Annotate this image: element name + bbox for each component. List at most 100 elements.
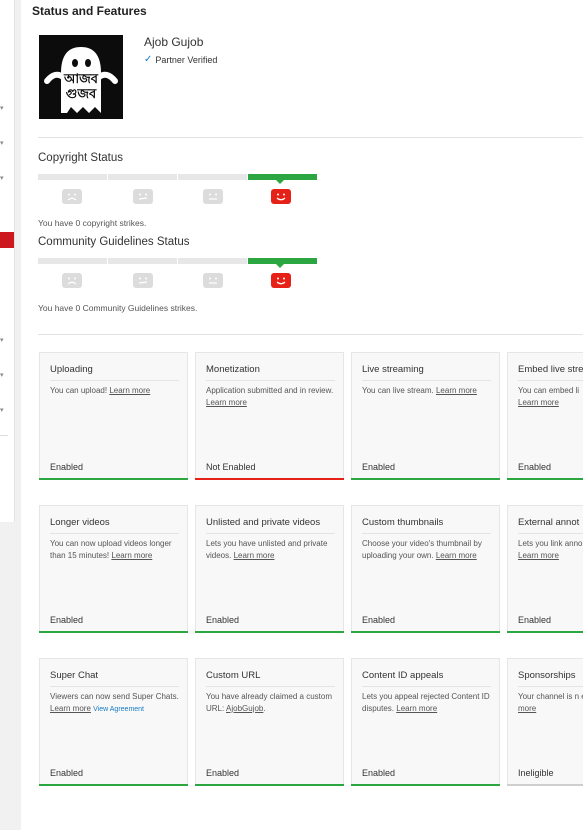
status-bar (507, 784, 583, 786)
feature-description: Viewers can now send Super Chats. Learn … (50, 692, 179, 713)
feature-card-unlisted-private: Unlisted and private videos Lets you hav… (195, 505, 344, 633)
learn-more-link[interactable]: Learn more (436, 551, 477, 560)
feature-status: Enabled (206, 768, 240, 778)
page-title: Status and Features (32, 4, 147, 18)
status-bar (351, 784, 500, 786)
feature-status: Enabled (518, 615, 552, 625)
chevron-down-icon[interactable]: ▾ (0, 372, 4, 379)
feature-status: Not Enabled (206, 462, 256, 472)
status-bar (507, 478, 583, 480)
status-bar (195, 478, 344, 480)
feature-description: You can live stream. Learn more (362, 386, 477, 395)
feature-card-embed-live: Embed live stre You can embed li Learn mo… (507, 352, 583, 480)
feature-title: Live streaming (362, 364, 491, 381)
feature-card-live-streaming: Live streaming You can live stream. Lear… (351, 352, 500, 480)
status-bar (39, 784, 188, 786)
learn-more-link[interactable]: more (518, 704, 536, 713)
status-bar (507, 631, 583, 633)
meter-segment (108, 258, 177, 264)
happy-face-icon (271, 189, 291, 204)
verified-label: Partner Verified (155, 55, 218, 65)
feature-description: Application submitted and in review. Lea… (206, 386, 334, 407)
chevron-down-icon[interactable]: ▾ (0, 140, 4, 147)
feature-card-sponsorships: Sponsorships Your channel is n eligible … (507, 658, 583, 786)
svg-text:আজব: আজব (63, 72, 99, 87)
learn-more-link[interactable]: Learn more (109, 386, 150, 395)
channel-name[interactable]: Ajob Gujob (144, 35, 203, 49)
chevron-down-icon[interactable]: ▾ (0, 105, 4, 112)
feature-title: Custom thumbnails (362, 517, 491, 534)
feature-card-uploading: Uploading You can upload! Learn more Ena… (39, 352, 188, 480)
copyright-strikes-text: You have 0 copyright strikes. (38, 218, 147, 228)
status-bar (195, 784, 344, 786)
main-content: Status and Features আজব গুজব Ajob Gujob … (21, 0, 583, 830)
feature-description: Lets you link anno external sites or Lea… (518, 539, 583, 560)
learn-more-link[interactable]: Learn more (518, 398, 559, 407)
feature-card-custom-url: Custom URL You have already claimed a cu… (195, 658, 344, 786)
meter-pointer (275, 263, 285, 268)
meter-pointer (275, 179, 285, 184)
status-bar (39, 631, 188, 633)
feature-description: You can upload! Learn more (50, 386, 151, 395)
feature-status: Enabled (362, 615, 396, 625)
feature-title: Monetization (206, 364, 335, 381)
feature-status: Enabled (362, 768, 396, 778)
feature-description: You can now upload videos longer than 15… (50, 539, 172, 560)
channel-avatar[interactable]: আজব গুজব (39, 35, 123, 119)
unhappy-face-icon (133, 189, 153, 204)
svg-text:গুজব: গুজব (66, 87, 97, 102)
sidebar-divider (0, 435, 8, 436)
learn-more-link[interactable]: Learn more (206, 398, 247, 407)
learn-more-link[interactable]: Learn more (234, 551, 275, 560)
feature-card-longer-videos: Longer videos You can now upload videos … (39, 505, 188, 633)
learn-more-link[interactable]: Learn more (111, 551, 152, 560)
learn-more-link[interactable]: Learn more (396, 704, 437, 713)
feature-title: External annot (518, 517, 583, 534)
divider (38, 334, 583, 335)
status-bar (195, 631, 344, 633)
community-status-title: Community Guidelines Status (38, 236, 190, 248)
meter-segment (178, 258, 247, 264)
status-bar (351, 478, 500, 480)
feature-card-monetization: Monetization Application submitted and i… (195, 352, 344, 480)
feature-status: Enabled (362, 462, 396, 472)
feature-title: Embed live stre (518, 364, 583, 381)
feature-card-custom-thumbnails: Custom thumbnails Choose your video's th… (351, 505, 500, 633)
left-sidebar: ▾ ▾ ▾ ▾ ▾ ▾ (0, 0, 15, 522)
feature-title: Uploading (50, 364, 179, 381)
meter-segment (38, 174, 107, 180)
learn-more-link[interactable]: Learn more (436, 386, 477, 395)
meter-segment (178, 174, 247, 180)
feature-card-external-annotations: External annot Lets you link anno extern… (507, 505, 583, 633)
chevron-down-icon[interactable]: ▾ (0, 337, 4, 344)
status-bar (39, 478, 188, 480)
learn-more-link[interactable]: Learn more (50, 704, 91, 713)
feature-card-content-id-appeals: Content ID appeals Lets you appeal rejec… (351, 658, 500, 786)
feature-description: Lets you appeal rejected Content ID disp… (362, 692, 490, 713)
feature-status: Enabled (518, 462, 552, 472)
feature-card-super-chat: Super Chat Viewers can now send Super Ch… (39, 658, 188, 786)
custom-url-link[interactable]: AjobGujob (226, 704, 263, 713)
sidebar-active-item[interactable] (0, 232, 14, 248)
unhappy-face-icon (133, 273, 153, 288)
copyright-status-title: Copyright Status (38, 152, 124, 164)
community-strike-meter (38, 258, 318, 290)
feature-status: Enabled (50, 768, 84, 778)
partner-verified: ✓ Partner Verified (144, 55, 218, 66)
feature-description: You have already claimed a custom URL: A… (206, 692, 332, 713)
chevron-down-icon[interactable]: ▾ (0, 407, 4, 414)
happy-face-icon (271, 273, 291, 288)
community-strikes-text: You have 0 Community Guidelines strikes. (38, 303, 198, 313)
divider (38, 137, 583, 138)
feature-title: Super Chat (50, 670, 179, 687)
chevron-down-icon[interactable]: ▾ (0, 175, 4, 182)
feature-description: Lets you have unlisted and private video… (206, 539, 328, 560)
feature-title: Longer videos (50, 517, 179, 534)
feature-status: Enabled (206, 615, 240, 625)
sad-face-icon (62, 273, 82, 288)
view-agreement-link[interactable]: View Agreement (93, 706, 144, 713)
neutral-face-icon (203, 273, 223, 288)
feature-status: Enabled (50, 462, 84, 472)
copyright-strike-meter (38, 174, 318, 206)
learn-more-link[interactable]: Learn more (518, 551, 559, 560)
